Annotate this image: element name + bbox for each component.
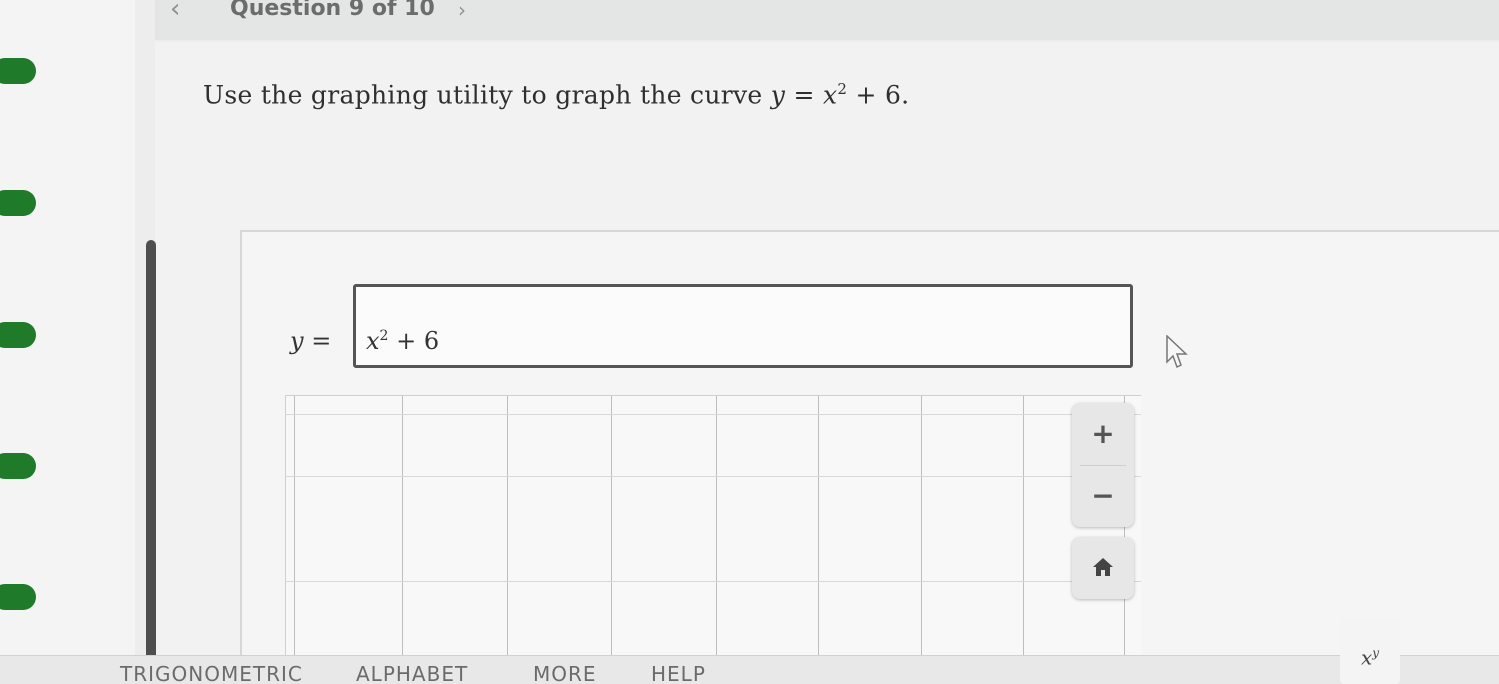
scrollbar[interactable] [146,240,156,660]
prompt-var-x: x [822,80,838,110]
home-icon [1093,558,1113,576]
equation-input[interactable] [353,284,1133,368]
prompt-equals: = [785,80,823,110]
prompt-tail: + 6. [847,80,910,110]
zoom-out-button[interactable]: − [1072,465,1134,527]
progress-item[interactable] [0,58,36,84]
prompt-text: Use the graphing utility to graph the cu… [203,80,771,110]
grid-line [611,396,612,656]
zoom-in-button[interactable]: + [1072,403,1134,465]
keyboard-tab-trigonometric[interactable]: TRIGONOMETRIC [120,662,303,684]
question-prompt: Use the graphing utility to graph the cu… [203,80,909,109]
grid-line [402,396,403,656]
input-base: x [366,327,380,355]
previous-question-button[interactable]: ‹ [170,0,180,24]
grid-line [286,476,1141,477]
equation-label: y = [290,327,332,355]
power-key-exponent: y [1372,646,1380,660]
grid-line [818,396,819,656]
input-rest: + 6 [388,327,440,355]
progress-item[interactable] [0,584,36,610]
keyboard-tab-alphabet[interactable]: ALPHABET [356,662,468,684]
grid-line [286,414,1141,415]
reset-view-button[interactable] [1072,537,1134,599]
progress-item[interactable] [0,453,36,479]
grid-line [286,581,1141,582]
progress-item[interactable] [0,190,36,216]
page: ‹ Question 9 of 10 › Use the graphing ut… [0,0,1499,684]
power-key-base: x [1360,645,1373,670]
zoom-controls: + − [1072,403,1134,527]
keyboard-tab-help[interactable]: HELP [651,662,706,684]
grid-line [716,396,717,656]
power-key[interactable]: xy [1340,618,1400,684]
grid-line [294,396,295,656]
equation-input-value: x2 + 6 [366,327,439,355]
graph-area[interactable] [285,395,1141,656]
prompt-exponent: 2 [837,80,848,98]
mouse-pointer-icon [1166,335,1188,369]
grid-line [1023,396,1024,656]
grid-line [921,396,922,656]
prompt-var-y: y [770,80,786,110]
progress-item[interactable] [0,322,36,348]
grid-line [507,396,508,656]
question-counter: Question 9 of 10 [230,0,435,21]
next-question-button[interactable]: › [458,0,466,22]
keyboard-tab-more[interactable]: MORE [533,662,597,684]
progress-rail [0,0,135,684]
